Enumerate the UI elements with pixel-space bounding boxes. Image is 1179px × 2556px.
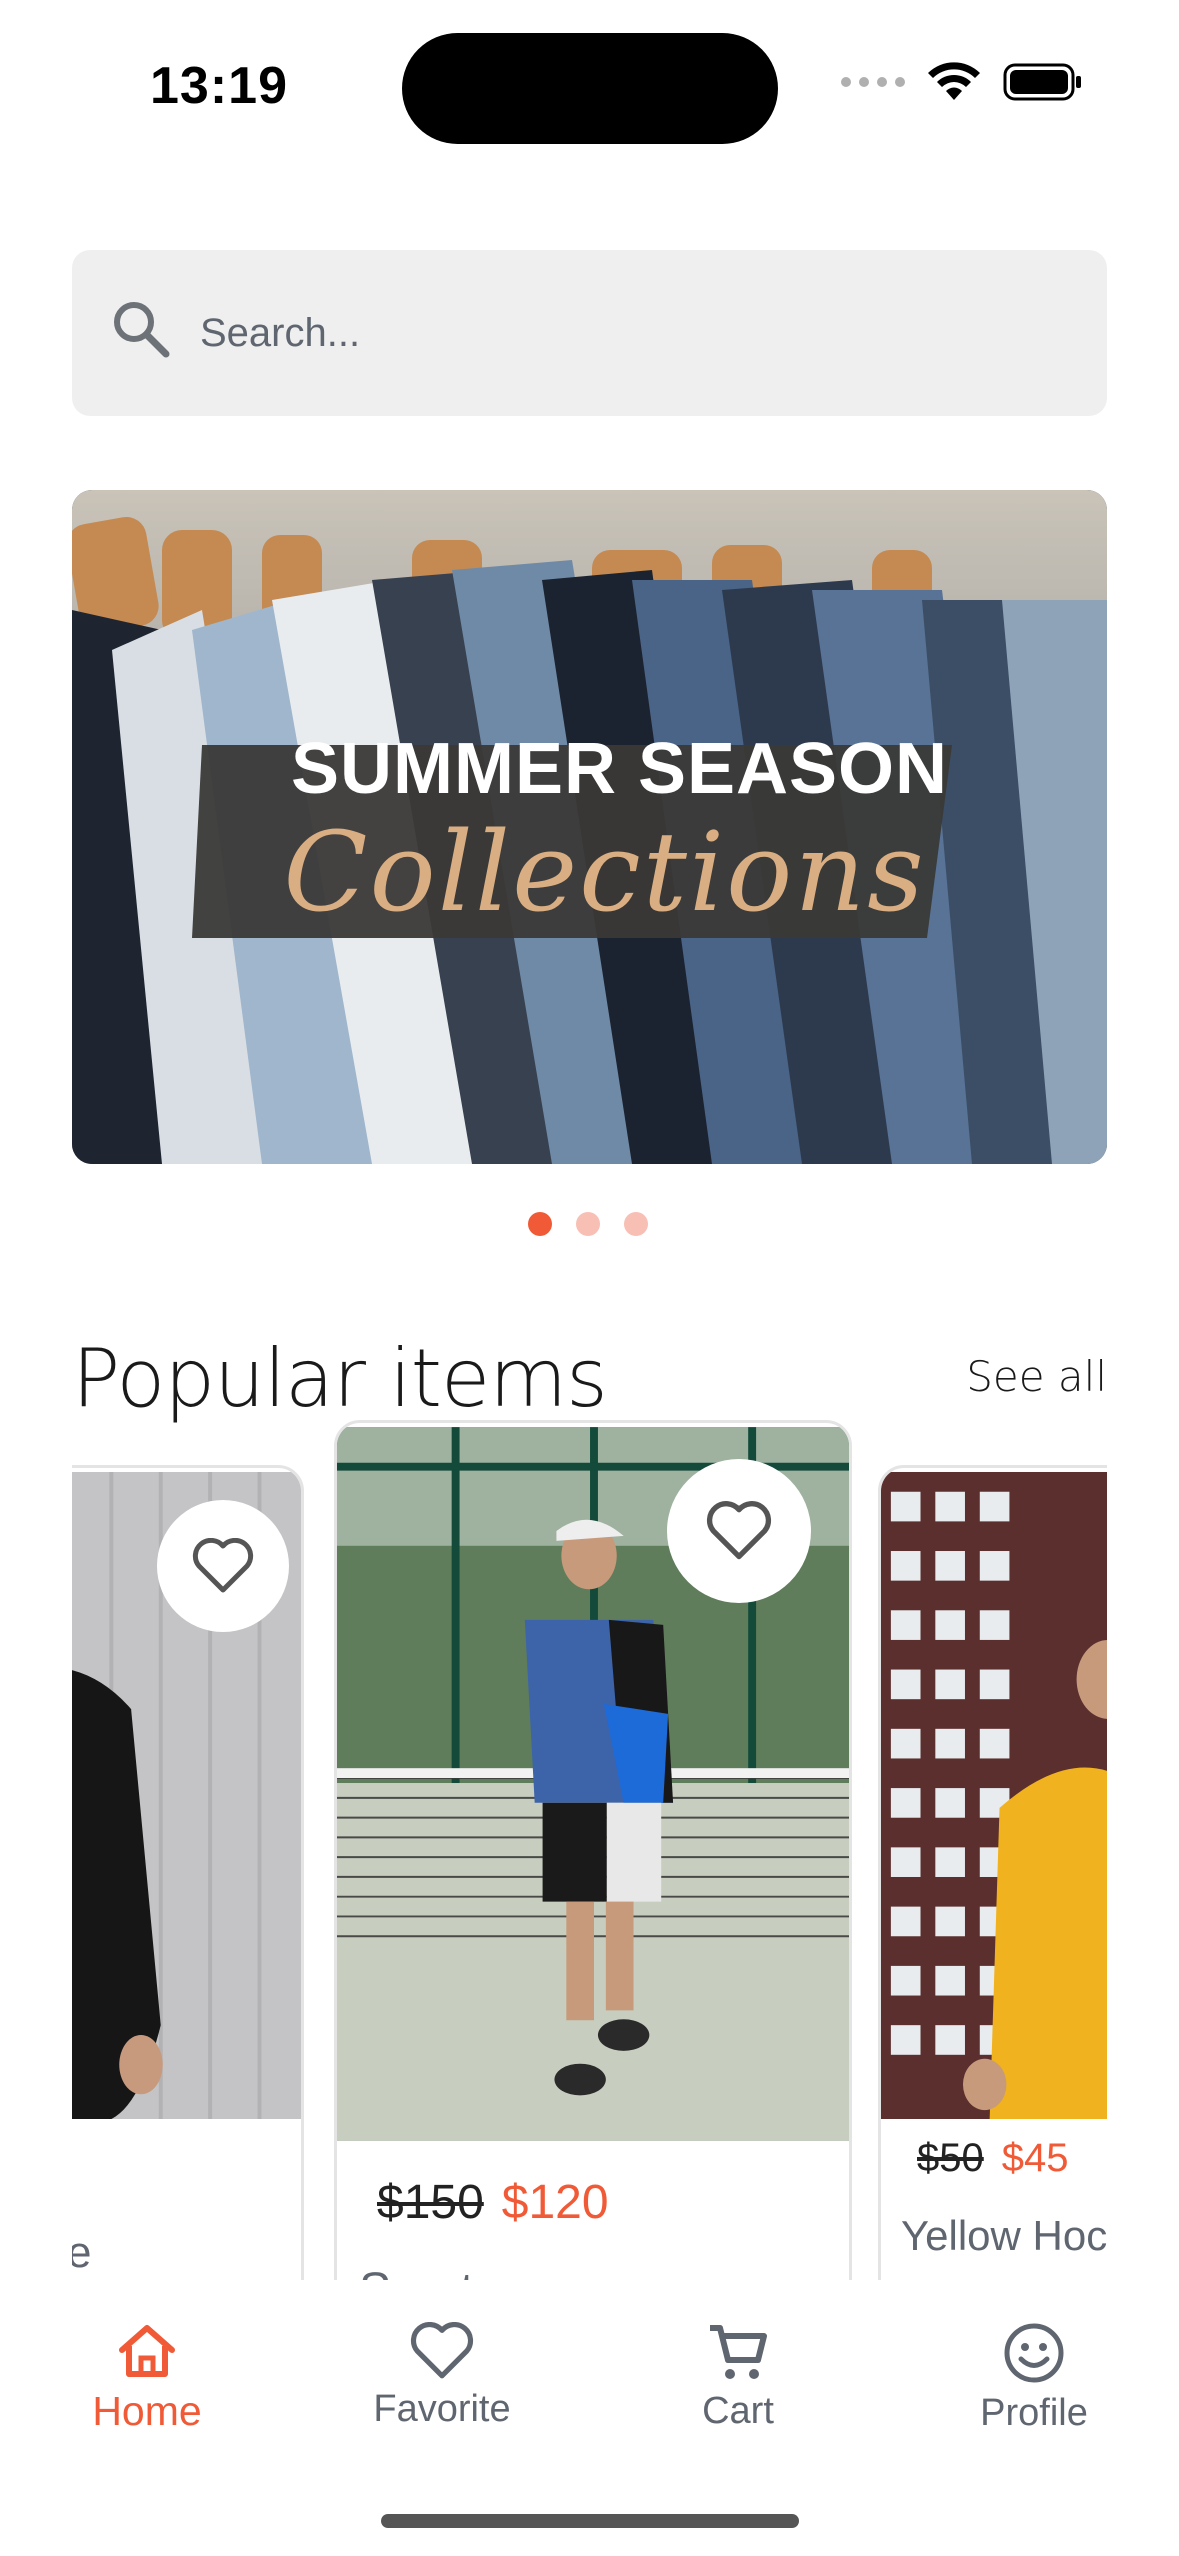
tab-favorite[interactable]: Favorite xyxy=(332,2322,552,2431)
original-price: $50 xyxy=(917,2136,984,2180)
status-icons xyxy=(841,62,1083,102)
tab-profile-label: Profile xyxy=(980,2392,1088,2434)
search-input[interactable] xyxy=(200,250,1080,416)
banner-subtitle: Collections xyxy=(283,808,926,936)
heart-outline-icon xyxy=(192,1538,254,1593)
smiley-icon xyxy=(1004,2323,1064,2383)
product-name: Yellow Hoc xyxy=(901,2212,1107,2259)
dynamic-island xyxy=(402,33,778,144)
tab-favorite-label: Favorite xyxy=(373,2388,511,2430)
home-icon xyxy=(119,2325,175,2377)
cellular-signal-icon xyxy=(841,77,905,87)
cart-icon xyxy=(710,2325,767,2379)
heart-outline-icon xyxy=(707,1501,771,1560)
home-indicator[interactable] xyxy=(381,2514,799,2528)
sale-price: $45 xyxy=(1001,2136,1069,2180)
product-image xyxy=(881,1471,1107,2120)
see-all-link[interactable]: See all xyxy=(966,1352,1107,1401)
tab-home[interactable]: Home xyxy=(37,2322,257,2435)
battery-icon xyxy=(1003,63,1081,101)
sale-price: $120 xyxy=(501,2176,609,2229)
favorite-button[interactable] xyxy=(667,1459,811,1603)
product-card[interactable]: $50 $45 Yellow Hoc xyxy=(878,1465,1107,2280)
product-name: Sport xyxy=(359,2263,474,2280)
tab-cart[interactable]: Cart xyxy=(628,2322,848,2433)
popular-items-carousel[interactable]: e xyxy=(72,1420,1107,2280)
product-price: $50 $45 xyxy=(917,2136,1069,2181)
search-icon xyxy=(114,302,170,358)
tab-home-label: Home xyxy=(92,2388,202,2434)
section-title: Popular items xyxy=(72,1332,608,1425)
pagination-dot-1[interactable] xyxy=(528,1212,552,1236)
status-time: 13:19 xyxy=(150,57,288,115)
original-price: $150 xyxy=(377,2176,484,2229)
promo-banner[interactable]: SUMMER SEASON Collections xyxy=(72,490,1107,1164)
banner-title: SUMMER SEASON xyxy=(290,729,949,809)
carousel-pagination xyxy=(528,1212,648,1236)
tab-profile[interactable]: Profile xyxy=(924,2322,1144,2435)
product-card[interactable]: e xyxy=(72,1465,304,2280)
product-price: $150 $120 xyxy=(377,2175,609,2230)
wifi-icon xyxy=(928,62,980,100)
favorite-button[interactable] xyxy=(157,1500,289,1632)
product-card[interactable]: $150 $120 Sport xyxy=(334,1420,852,2280)
heart-icon xyxy=(410,2322,474,2379)
pagination-dot-2[interactable] xyxy=(576,1212,600,1236)
tab-cart-label: Cart xyxy=(702,2390,774,2432)
pagination-dot-3[interactable] xyxy=(624,1212,648,1236)
product-name: e xyxy=(72,2228,91,2278)
